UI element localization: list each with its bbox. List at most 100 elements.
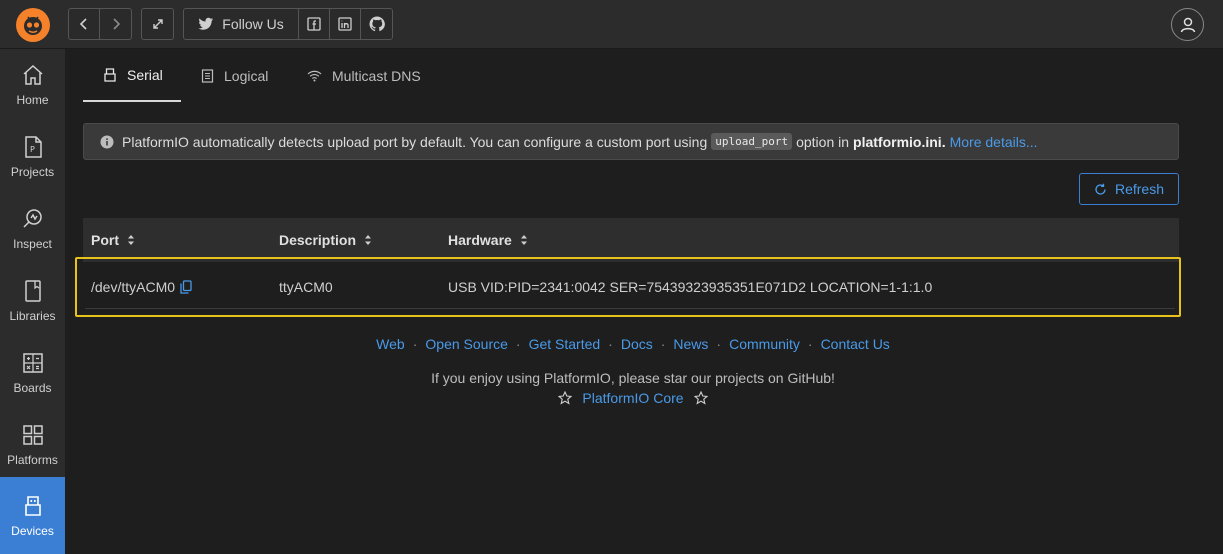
star-icon bbox=[558, 391, 573, 405]
separator-dot: · bbox=[608, 336, 613, 352]
separator-dot: · bbox=[807, 336, 813, 352]
serial-icon bbox=[104, 67, 116, 82]
platformio-core-link[interactable]: PlatformIO Core bbox=[582, 390, 683, 406]
account-button[interactable] bbox=[1171, 8, 1204, 41]
refresh-label: Refresh bbox=[1114, 181, 1165, 197]
github-icon bbox=[369, 16, 385, 32]
alert-text: PlatformIO automatically detects upload … bbox=[122, 133, 708, 150]
facebook-button[interactable] bbox=[299, 9, 330, 39]
sort-icon bbox=[128, 235, 134, 245]
footer-link-contact-us[interactable]: Contact Us bbox=[821, 336, 890, 352]
alert-text-option: option in bbox=[796, 133, 850, 150]
tab-label: Logical bbox=[224, 67, 269, 84]
history-nav-group bbox=[68, 8, 132, 40]
hardware-value: USB VID:PID=2341:0042 SER=75439323935351… bbox=[448, 279, 933, 295]
sidebar-item-label: Platforms bbox=[7, 453, 58, 467]
star-message: If you enjoy using PlatformIO, please st… bbox=[431, 370, 835, 386]
sidebar-item-label: Inspect bbox=[13, 237, 52, 251]
follow-us-label: Follow Us bbox=[222, 16, 284, 32]
separator-dot: · bbox=[660, 336, 666, 352]
sidebar-item-projects[interactable]: P Projects bbox=[0, 121, 65, 193]
top-bar: Follow Us bbox=[0, 0, 1223, 49]
refresh-button[interactable]: Refresh bbox=[1079, 173, 1179, 205]
sidebar-item-home[interactable]: Home bbox=[0, 49, 65, 121]
sidebar-item-platforms[interactable]: Platforms bbox=[0, 409, 65, 481]
projects-icon: P bbox=[24, 136, 42, 158]
description-cell: ttyACM0 bbox=[279, 279, 333, 295]
copy-icon[interactable] bbox=[180, 280, 192, 294]
sidebar-item-label: Libraries bbox=[9, 309, 56, 323]
star-icon bbox=[693, 391, 708, 405]
column-header-label: Port bbox=[91, 232, 119, 248]
info-icon bbox=[100, 135, 114, 148]
platformio-logo[interactable] bbox=[16, 8, 50, 42]
inspect-icon bbox=[22, 209, 42, 228]
social-group: Follow Us bbox=[183, 8, 393, 40]
tab-logical[interactable]: Logical bbox=[201, 49, 268, 102]
linkedin-icon bbox=[338, 17, 352, 31]
upload-port-info-alert: PlatformIO automatically detects upload … bbox=[83, 123, 1179, 160]
separator-dot: · bbox=[716, 336, 722, 352]
footer-link-news[interactable]: News bbox=[673, 336, 708, 352]
ports-table-header: Port Description Hardware bbox=[83, 218, 1179, 262]
facebook-icon bbox=[307, 17, 321, 31]
devices-icon bbox=[24, 495, 41, 516]
column-header-port[interactable]: Port bbox=[91, 232, 135, 248]
footer-link-web[interactable]: Web bbox=[376, 336, 405, 352]
platforms-icon bbox=[22, 425, 43, 445]
sidebar: Home P Projects Inspect Libraries Boards bbox=[0, 49, 65, 554]
footer-links: Web · Open Source · Get Started · Docs ·… bbox=[0, 336, 1223, 352]
separator-dot: · bbox=[412, 336, 418, 352]
refresh-icon bbox=[1095, 183, 1106, 195]
back-button[interactable] bbox=[69, 9, 100, 39]
follow-us-button[interactable]: Follow Us bbox=[184, 9, 299, 39]
wifi-icon bbox=[307, 70, 322, 82]
tab-serial[interactable]: Serial bbox=[83, 49, 181, 102]
tab-multicast-dns[interactable]: Multicast DNS bbox=[307, 49, 421, 102]
sort-icon bbox=[520, 235, 527, 245]
column-header-hardware[interactable]: Hardware bbox=[448, 232, 528, 248]
table-row[interactable]: /dev/ttyACM0 ttyACM0 USB VID:PID=2341:00… bbox=[75, 257, 1181, 317]
expand-button[interactable] bbox=[142, 9, 173, 39]
description-value: ttyACM0 bbox=[279, 279, 333, 295]
svg-text:P: P bbox=[30, 145, 35, 154]
tab-label: Serial bbox=[127, 66, 163, 83]
logical-icon bbox=[201, 68, 214, 83]
chevron-left-icon bbox=[79, 18, 87, 30]
chevron-right-icon bbox=[112, 18, 120, 30]
column-header-label: Description bbox=[279, 232, 357, 248]
column-header-label: Hardware bbox=[448, 232, 512, 248]
tab-label: Multicast DNS bbox=[332, 67, 421, 84]
column-header-description[interactable]: Description bbox=[279, 232, 372, 248]
device-tabs: Serial Logical Multicast DNS bbox=[83, 49, 1179, 102]
port-cell: /dev/ttyACM0 bbox=[91, 279, 192, 295]
fullscreen-group bbox=[141, 8, 174, 40]
row-divider bbox=[85, 308, 1175, 309]
sidebar-item-inspect[interactable]: Inspect bbox=[0, 193, 65, 265]
separator-dot: · bbox=[515, 336, 521, 352]
footer-link-docs[interactable]: Docs bbox=[621, 336, 653, 352]
github-button[interactable] bbox=[361, 9, 392, 39]
sidebar-item-devices[interactable]: Devices bbox=[0, 477, 65, 554]
hardware-cell: USB VID:PID=2341:0042 SER=75439323935351… bbox=[448, 279, 932, 295]
footer-link-get-started[interactable]: Get Started bbox=[529, 336, 601, 352]
libraries-icon bbox=[24, 280, 41, 302]
twitter-icon bbox=[198, 17, 214, 30]
home-icon bbox=[23, 64, 42, 85]
sort-icon bbox=[365, 235, 372, 245]
footer-link-community[interactable]: Community bbox=[729, 336, 800, 352]
port-value: /dev/ttyACM0 bbox=[91, 279, 176, 295]
more-details-link[interactable]: More details... bbox=[950, 134, 1038, 150]
sidebar-item-label: Home bbox=[16, 93, 49, 107]
footer-link-open-source[interactable]: Open Source bbox=[425, 336, 508, 352]
upload-port-code: upload_port bbox=[711, 133, 793, 150]
platformio-core-row: PlatformIO Core bbox=[0, 390, 1223, 406]
sidebar-item-label: Projects bbox=[10, 165, 55, 179]
sidebar-item-libraries[interactable]: Libraries bbox=[0, 265, 65, 337]
sidebar-item-label: Devices bbox=[11, 523, 54, 538]
user-icon bbox=[1180, 17, 1195, 32]
forward-button[interactable] bbox=[100, 9, 131, 39]
expand-icon bbox=[152, 19, 163, 29]
linkedin-button[interactable] bbox=[330, 9, 361, 39]
alert-filename: platformio.ini. bbox=[853, 133, 946, 150]
